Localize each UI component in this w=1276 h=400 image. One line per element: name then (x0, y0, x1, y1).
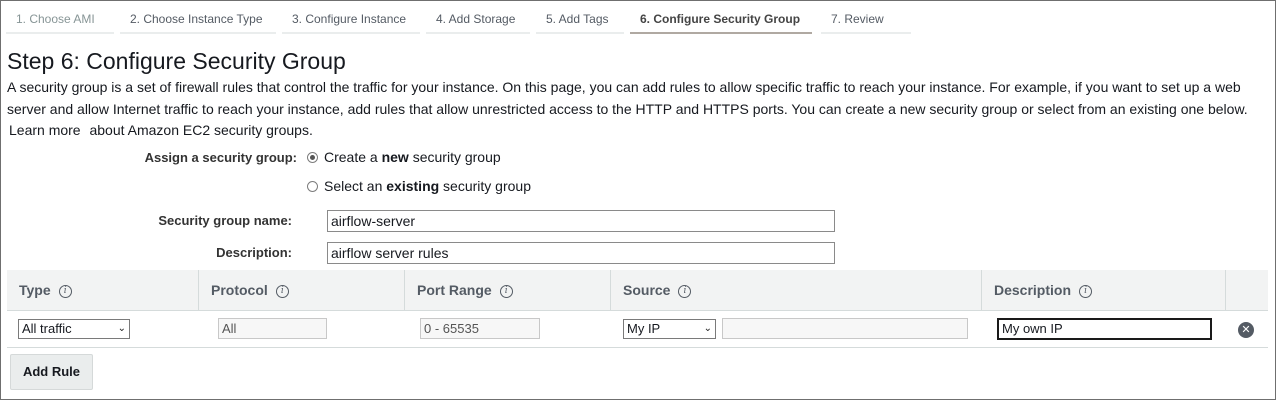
type-select-value: All traffic (22, 321, 72, 336)
column-header-port-range: Port Range i (405, 270, 611, 310)
column-header-type: Type i (7, 270, 199, 310)
info-icon[interactable]: i (275, 284, 289, 298)
column-header-protocol: Protocol i (199, 270, 405, 310)
source-select-value: My IP (627, 321, 661, 336)
security-group-name-label: Security group name: (158, 213, 292, 228)
learn-more-link[interactable]: Learn more (9, 122, 81, 138)
info-icon[interactable]: i (1079, 284, 1093, 298)
radio-select-existing-label: Select an existing security group (324, 178, 531, 194)
radio-selected-icon[interactable] (307, 151, 318, 163)
wizard-step-add-tags[interactable]: 5. Add Tags (536, 4, 624, 34)
wizard-step-choose-ami[interactable]: 1. Choose AMI (6, 4, 114, 34)
wizard-step-choose-instance-type[interactable]: 2. Choose Instance Type (120, 4, 276, 34)
column-header-description: Description i (982, 270, 1226, 310)
source-select[interactable]: My IP ⌄ (623, 319, 716, 339)
remove-rule-icon[interactable]: ✕ (1238, 322, 1254, 338)
info-icon[interactable]: i (499, 284, 513, 298)
learn-more-suffix: about Amazon EC2 security groups. (89, 122, 313, 138)
radio-create-new-group[interactable]: Create a new security group (307, 149, 501, 165)
chevron-down-icon: ⌄ (703, 323, 712, 334)
wizard-step-add-storage[interactable]: 4. Add Storage (426, 4, 530, 34)
security-group-name-input[interactable]: airflow-server (327, 210, 835, 232)
intro-paragraph: A security group is a set of firewall ru… (7, 79, 1248, 117)
radio-select-existing-group[interactable]: Select an existing security group (307, 178, 531, 194)
source-cidr-input[interactable] (722, 318, 968, 339)
description-label: Description: (216, 245, 292, 260)
assign-security-group-label: Assign a security group: (144, 150, 297, 165)
rules-table-header: Type i Protocol i Port Range i Source i Desc… (7, 270, 1268, 311)
intro-text: A security group is a set of firewall ru… (7, 77, 1269, 142)
port-range-field: 0 - 65535 (420, 318, 540, 339)
table-row: All traffic ⌄ All 0 - 65535 My IP ⌄ My o… (7, 311, 1268, 348)
wizard-step-configure-instance[interactable]: 3. Configure Instance (282, 4, 420, 34)
description-input[interactable]: airflow server rules (327, 242, 835, 264)
radio-create-new-label: Create a new security group (324, 149, 501, 165)
info-icon[interactable]: i (678, 284, 692, 298)
add-rule-button[interactable]: Add Rule (10, 354, 93, 390)
wizard-step-configure-security-group[interactable]: 6. Configure Security Group (630, 4, 812, 34)
chevron-down-icon: ⌄ (117, 323, 126, 334)
wizard-step-review[interactable]: 7. Review (821, 4, 911, 34)
rule-description-input[interactable]: My own IP (997, 318, 1212, 340)
page-title: Step 6: Configure Security Group (7, 48, 346, 74)
column-header-source: Source i (611, 270, 982, 310)
protocol-field: All (218, 318, 327, 339)
type-select[interactable]: All traffic ⌄ (18, 319, 130, 339)
info-icon[interactable]: i (58, 284, 72, 298)
radio-unselected-icon[interactable] (307, 180, 318, 192)
